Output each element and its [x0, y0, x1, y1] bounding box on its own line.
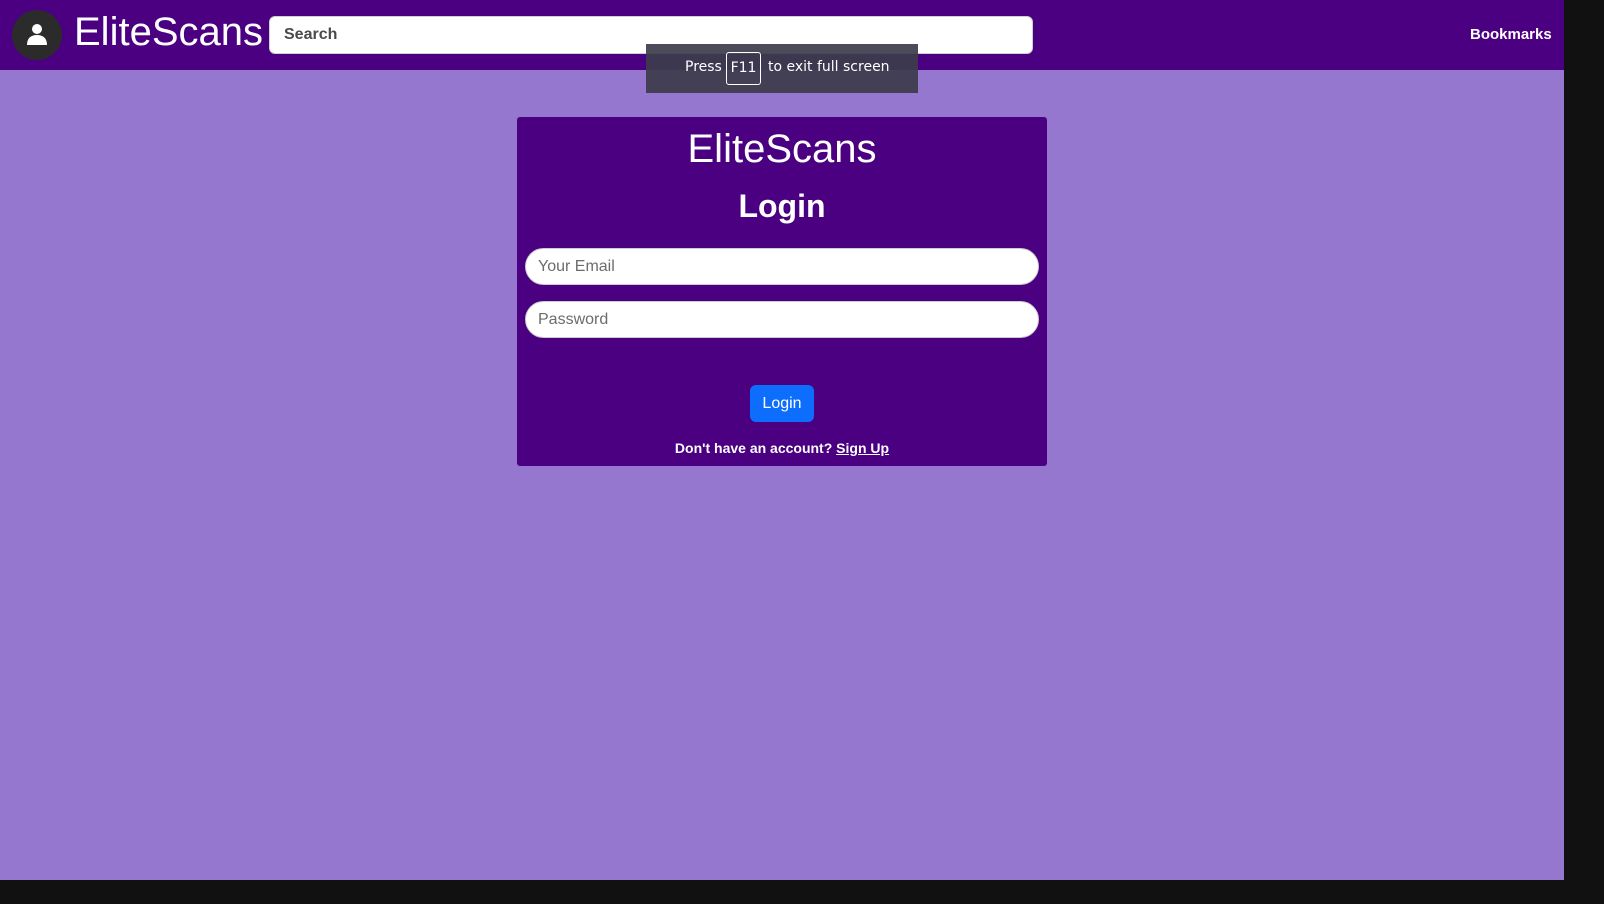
user-avatar-button[interactable]	[12, 10, 62, 60]
page-background: EliteScans Bookmarks Press F11 to exit f…	[0, 0, 1564, 880]
login-title: Login	[738, 188, 826, 224]
scrollbar[interactable]	[1564, 0, 1604, 904]
f11-key-badge: F11	[726, 52, 761, 85]
signup-prompt: Don't have an account?	[674, 440, 837, 456]
password-field[interactable]	[525, 301, 1039, 338]
fullscreen-notice-text: to exit full screen	[768, 59, 890, 75]
bookmarks-link[interactable]: Bookmarks	[1470, 26, 1552, 43]
fullscreen-notice-press: Press	[685, 59, 722, 75]
site-logo-text[interactable]: EliteScans	[74, 9, 263, 55]
login-brand: EliteScans	[687, 127, 877, 171]
login-button[interactable]: Login	[750, 385, 814, 422]
fullscreen-notice: Press F11 to exit full screen	[646, 44, 918, 93]
signup-row: Don't have an account? Sign Up	[517, 439, 1047, 457]
email-field[interactable]	[525, 248, 1039, 285]
signup-link[interactable]: Sign Up	[836, 440, 889, 456]
login-card: EliteScans Login Login Don't have an acc…	[517, 117, 1047, 466]
user-icon	[27, 24, 47, 45]
bottom-strip	[0, 880, 1604, 904]
